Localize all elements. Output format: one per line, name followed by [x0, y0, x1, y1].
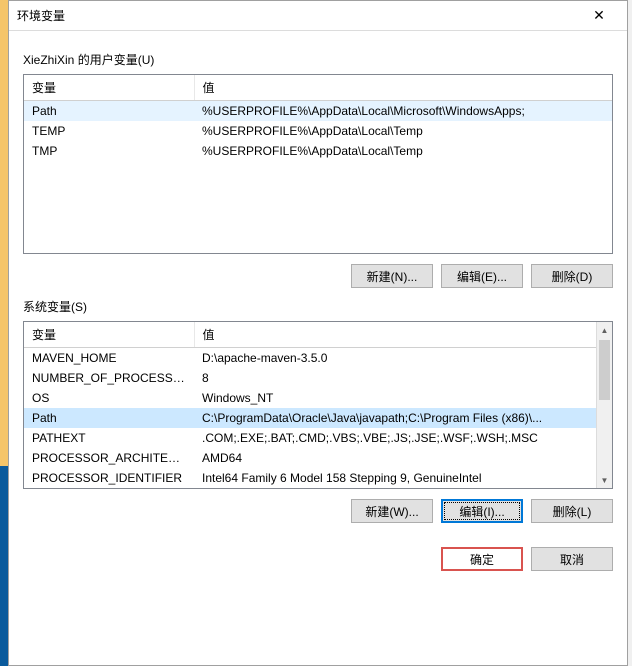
cell-val: D:\apache-maven-3.5.0: [194, 348, 612, 369]
table-row[interactable]: PROCESSOR_IDENTIFIER Intel64 Family 6 Mo…: [24, 468, 612, 488]
cell-val: %USERPROFILE%\AppData\Local\Microsoft\Wi…: [194, 101, 612, 122]
user-edit-button[interactable]: 编辑(E)...: [441, 264, 523, 288]
user-vars-buttons: 新建(N)... 编辑(E)... 删除(D): [23, 264, 613, 288]
table-row[interactable]: PATHEXT .COM;.EXE;.BAT;.CMD;.VBS;.VBE;.J…: [24, 428, 612, 448]
scroll-up-icon[interactable]: ▲: [597, 322, 612, 338]
cell-val: C:\ProgramData\Oracle\Java\javapath;C:\P…: [194, 408, 612, 428]
close-button[interactable]: ✕: [579, 2, 619, 30]
sys-col-header-val[interactable]: 值: [194, 322, 612, 348]
cancel-button[interactable]: 取消: [531, 547, 613, 571]
cell-val: Windows_NT: [194, 388, 612, 408]
table-row[interactable]: TMP %USERPROFILE%\AppData\Local\Temp: [24, 141, 612, 161]
dialog-footer: 确定 取消: [23, 547, 613, 571]
table-row[interactable]: Path C:\ProgramData\Oracle\Java\javapath…: [24, 408, 612, 428]
ok-button[interactable]: 确定: [441, 547, 523, 571]
cell-var: MAVEN_HOME: [24, 348, 194, 369]
cell-val: AMD64: [194, 448, 612, 468]
cell-var: PROCESSOR_IDENTIFIER: [24, 468, 194, 488]
table-row[interactable]: NUMBER_OF_PROCESSORS 8: [24, 368, 612, 388]
sys-edit-button[interactable]: 编辑(I)...: [441, 499, 523, 523]
user-vars-label: XieZhiXin 的用户变量(U): [23, 51, 613, 68]
sys-vars-table-container: 变量 值 MAVEN_HOME D:\apache-maven-3.5.0 NU…: [23, 321, 613, 489]
table-row[interactable]: Path %USERPROFILE%\AppData\Local\Microso…: [24, 101, 612, 122]
sys-vars-table[interactable]: 变量 值 MAVEN_HOME D:\apache-maven-3.5.0 NU…: [24, 322, 612, 488]
table-row[interactable]: PROCESSOR_ARCHITECT... AMD64: [24, 448, 612, 468]
cell-var: TMP: [24, 141, 194, 161]
cell-val: %USERPROFILE%\AppData\Local\Temp: [194, 121, 612, 141]
dialog-body: http://blog.csdn.net/lihua5419 XieZhiXin…: [9, 31, 627, 665]
table-row[interactable]: OS Windows_NT: [24, 388, 612, 408]
user-col-header-var[interactable]: 变量: [24, 75, 194, 101]
cell-var: Path: [24, 408, 194, 428]
cell-val: .COM;.EXE;.BAT;.CMD;.VBS;.VBE;.JS;.JSE;.…: [194, 428, 612, 448]
env-vars-dialog: 环境变量 ✕ http://blog.csdn.net/lihua5419 Xi…: [8, 0, 628, 666]
sys-vars-buttons: 新建(W)... 编辑(I)... 删除(L): [23, 499, 613, 523]
user-delete-button[interactable]: 删除(D): [531, 264, 613, 288]
sys-vars-label: 系统变量(S): [23, 298, 613, 315]
table-row[interactable]: MAVEN_HOME D:\apache-maven-3.5.0: [24, 348, 612, 369]
user-vars-table[interactable]: 变量 值 Path %USERPROFILE%\AppData\Local\Mi…: [24, 75, 612, 161]
sys-delete-button[interactable]: 删除(L): [531, 499, 613, 523]
close-icon: ✕: [593, 7, 605, 24]
sys-vars-scrollbar[interactable]: ▲ ▼: [596, 322, 612, 488]
user-vars-table-container: 变量 值 Path %USERPROFILE%\AppData\Local\Mi…: [23, 74, 613, 254]
cell-var: Path: [24, 101, 194, 122]
window-title: 环境变量: [17, 7, 579, 24]
cell-var: NUMBER_OF_PROCESSORS: [24, 368, 194, 388]
scroll-down-icon[interactable]: ▼: [597, 472, 612, 488]
cell-val: %USERPROFILE%\AppData\Local\Temp: [194, 141, 612, 161]
user-vars-group: XieZhiXin 的用户变量(U) 变量 值 Path %USERPROFIL…: [23, 51, 613, 288]
titlebar: 环境变量 ✕: [9, 1, 627, 31]
sys-vars-group: 系统变量(S) 变量 值 MAVEN_HOME D:\apache-maven-…: [23, 298, 613, 523]
cell-var: PATHEXT: [24, 428, 194, 448]
cell-val: 8: [194, 368, 612, 388]
user-new-button[interactable]: 新建(N)...: [351, 264, 433, 288]
sys-col-header-var[interactable]: 变量: [24, 322, 194, 348]
cell-var: TEMP: [24, 121, 194, 141]
sys-new-button[interactable]: 新建(W)...: [351, 499, 433, 523]
scroll-thumb[interactable]: [599, 340, 610, 400]
user-col-header-val[interactable]: 值: [194, 75, 612, 101]
cell-var: PROCESSOR_ARCHITECT...: [24, 448, 194, 468]
left-background-strip: [0, 0, 8, 666]
cell-val: Intel64 Family 6 Model 158 Stepping 9, G…: [194, 468, 612, 488]
cell-var: OS: [24, 388, 194, 408]
table-row[interactable]: TEMP %USERPROFILE%\AppData\Local\Temp: [24, 121, 612, 141]
